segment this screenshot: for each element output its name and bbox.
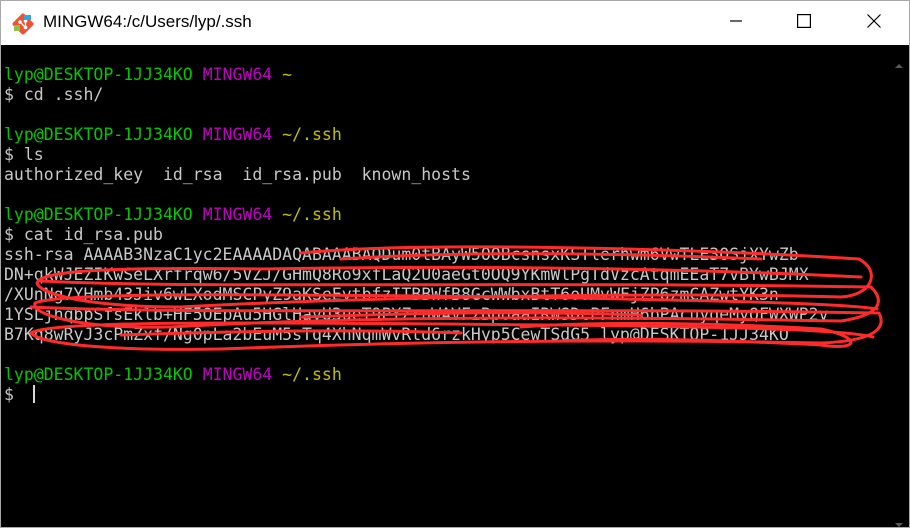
maximize-icon <box>797 13 812 33</box>
prompt-line: lyp@DESKTOP-1JJ34KO MINGW64 ~/.ssh <box>4 365 342 385</box>
close-icon <box>867 13 881 33</box>
prompt-path: ~/.ssh <box>282 205 342 224</box>
terminal-window: MINGW64:/c/Users/lyp/.ssh lyp@DESKTOP-1J… <box>0 0 910 528</box>
public-key-line: ssh-rsa AAAAB3NzaC1yc2EAAAADAQABAAABAQDu… <box>4 245 799 264</box>
prompt-user-host: lyp@DESKTOP-1JJ34KO <box>4 365 193 384</box>
prompt-shell: MINGW64 <box>202 365 273 384</box>
prompt-path: ~ <box>282 65 293 84</box>
public-key-line: /XUnNg7YHmb43Jiv6wLXodMSCPyZ9aKSeEvtbfzI… <box>4 285 779 304</box>
prompt-shell: MINGW64 <box>202 125 273 144</box>
prompt-line: lyp@DESKTOP-1JJ34KO MINGW64 ~/.ssh <box>4 205 342 225</box>
window-title: MINGW64:/c/Users/lyp/.ssh <box>43 12 252 31</box>
prompt-line: lyp@DESKTOP-1JJ34KO MINGW64 ~/.ssh <box>4 125 342 145</box>
minimize-icon <box>730 14 742 32</box>
scroll-down-icon[interactable] <box>895 516 903 527</box>
close-button[interactable] <box>851 1 897 45</box>
output-line: authorized_key id_rsa id_rsa.pub known_h… <box>4 165 471 184</box>
text-cursor <box>32 385 35 403</box>
public-key-line: DN+qkWJEZIKwSeLXrfrqw6/5VZJ/GHmQ8Ro9xfLa… <box>4 265 809 284</box>
command-line: $ ls <box>4 145 44 164</box>
public-key-line: 1YSLjhqbpSfsEklb+HF5OEpAu5HGlHavU3ueT9PY… <box>4 305 829 324</box>
vertical-scrollbar[interactable] <box>887 45 909 527</box>
prompt-shell: MINGW64 <box>202 65 273 84</box>
terminal-area[interactable]: lyp@DESKTOP-1JJ34KO MINGW64 ~ $ cd .ssh/… <box>1 45 909 527</box>
prompt-user-host: lyp@DESKTOP-1JJ34KO <box>4 125 193 144</box>
prompt-user-host: lyp@DESKTOP-1JJ34KO <box>4 205 193 224</box>
scroll-up-icon[interactable] <box>895 57 903 68</box>
prompt-shell: MINGW64 <box>202 205 273 224</box>
prompt-user-host: lyp@DESKTOP-1JJ34KO <box>4 65 193 84</box>
command-line: $ cd .ssh/ <box>4 85 104 104</box>
prompt-path: ~/.ssh <box>282 125 342 144</box>
prompt-path: ~/.ssh <box>282 365 342 384</box>
input-line[interactable]: $ <box>4 385 35 405</box>
public-key-line: B7Kq8wRyJ3cPmZxf/Ng0pLa2bEuM5sTq4XhNqmWv… <box>4 325 789 344</box>
command-prompt-symbol: $ <box>4 385 24 404</box>
git-bash-icon <box>11 12 35 36</box>
minimize-button[interactable] <box>713 1 759 45</box>
title-bar[interactable]: MINGW64:/c/Users/lyp/.ssh <box>1 1 909 45</box>
command-line: $ cat id_rsa.pub <box>4 225 163 244</box>
maximize-button[interactable] <box>781 1 827 45</box>
prompt-line: lyp@DESKTOP-1JJ34KO MINGW64 ~ <box>4 65 292 85</box>
